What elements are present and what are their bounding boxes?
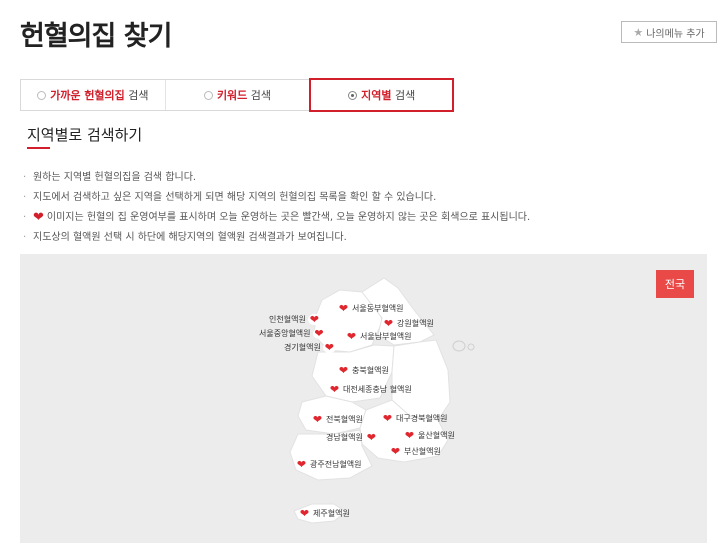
search-tabs: 가까운 헌혈의집 검색 키워드 검색 지역별 검색: [20, 78, 455, 112]
description-list: · 원하는 지역별 헌혈의집을 검색 합니다. · 지도에서 검색하고 싶은 지역을…: [23, 168, 713, 248]
page-title: 헌혈의집 찾기: [20, 21, 172, 52]
center-incheon[interactable]: 인천혈액원 ❤: [269, 314, 321, 325]
center-gyeongnam[interactable]: 경남혈액원 ❤: [326, 432, 378, 443]
tab-suffix: 검색: [391, 89, 416, 102]
heart-icon: ❤: [322, 341, 336, 354]
tab-region-search[interactable]: 지역별 검색: [309, 78, 455, 112]
center-ulsan[interactable]: ❤ 울산혈액원: [403, 430, 455, 441]
center-gwangju-jeonnam[interactable]: ❤ 광주전남혈액원: [295, 459, 362, 470]
center-seoul-east[interactable]: ❤ 서울동부혈액원: [337, 303, 404, 314]
radio-icon: [348, 90, 358, 100]
heart-icon: ❤: [382, 317, 395, 330]
heart-icon: ❤: [295, 458, 308, 471]
radio-icon: [37, 90, 47, 100]
tab-highlight: 키워드: [216, 89, 248, 102]
nationwide-button[interactable]: 전국: [656, 270, 694, 298]
list-item: · 지도에서 검색하고 싶은 지역을 선택하게 되면 해당 지역의 헌혈의집 목록…: [23, 192, 437, 203]
center-chungbuk[interactable]: ❤ 충북혈액원: [337, 365, 389, 376]
center-gyeonggi[interactable]: 경기혈액원 ❤: [284, 342, 336, 353]
center-jeju[interactable]: ❤ 제주혈액원: [298, 508, 350, 519]
center-daegu-gyeongbuk[interactable]: ❤ 대구경북혈액원: [381, 413, 448, 424]
center-busan[interactable]: ❤ 부산혈액원: [389, 446, 441, 457]
map-panel: [20, 254, 707, 543]
tab-keyword-search[interactable]: 키워드 검색: [164, 80, 310, 110]
heart-icon: ❤: [389, 445, 402, 458]
radio-icon: [203, 90, 213, 100]
section-title: 지역별로 검색하기: [27, 126, 143, 144]
heart-icon: ❤: [311, 413, 324, 426]
heart-icon: ❤: [307, 313, 321, 326]
tab-suffix: 검색: [247, 89, 272, 102]
add-my-menu-label: 나의메뉴 추가: [646, 28, 705, 40]
section-underline: [27, 147, 50, 149]
list-item: · ❤ 이미지는 헌혈의 집 운영여부를 표시하며 오늘 운영하는 곳은 빨간색, …: [23, 210, 531, 225]
heart-icon: ❤: [298, 507, 311, 520]
heart-icon: ❤: [337, 302, 350, 315]
tab-suffix: 검색: [124, 89, 149, 102]
heart-icon: ❤: [403, 429, 416, 442]
center-gangwon[interactable]: ❤ 강원혈액원: [382, 318, 434, 329]
heart-icon: ❤: [345, 330, 358, 343]
center-daejeon-sejong-chungnam[interactable]: ❤ 대전세종충남 혈액원: [328, 384, 412, 395]
heart-icon: ❤: [337, 364, 350, 377]
star-icon: ★: [633, 25, 644, 39]
center-seoul-central[interactable]: 서울중앙혈액원 ❤: [259, 328, 326, 339]
heart-icon: ❤: [33, 210, 44, 225]
heart-icon: ❤: [364, 431, 378, 444]
list-item: · 원하는 지역별 헌혈의집을 검색 합니다.: [23, 172, 197, 183]
heart-icon: ❤: [328, 383, 341, 396]
add-my-menu-button[interactable]: ★ 나의메뉴 추가: [621, 21, 717, 43]
list-item: · 지도상의 혈액원 선택 시 하단에 해당지역의 혈액원 검색결과가 보여집니다…: [23, 232, 347, 243]
tab-highlight: 지역별: [361, 89, 392, 102]
heart-icon: ❤: [312, 327, 326, 340]
center-seoul-south[interactable]: ❤ 서울남부혈액원: [345, 331, 412, 342]
heart-icon: ❤: [381, 412, 394, 425]
tab-highlight: 가까운 헌혈의집: [50, 89, 125, 102]
center-jeonbuk[interactable]: ❤ 전북혈액원: [311, 414, 363, 425]
tab-nearby-search[interactable]: 가까운 헌혈의집 검색: [20, 80, 165, 110]
